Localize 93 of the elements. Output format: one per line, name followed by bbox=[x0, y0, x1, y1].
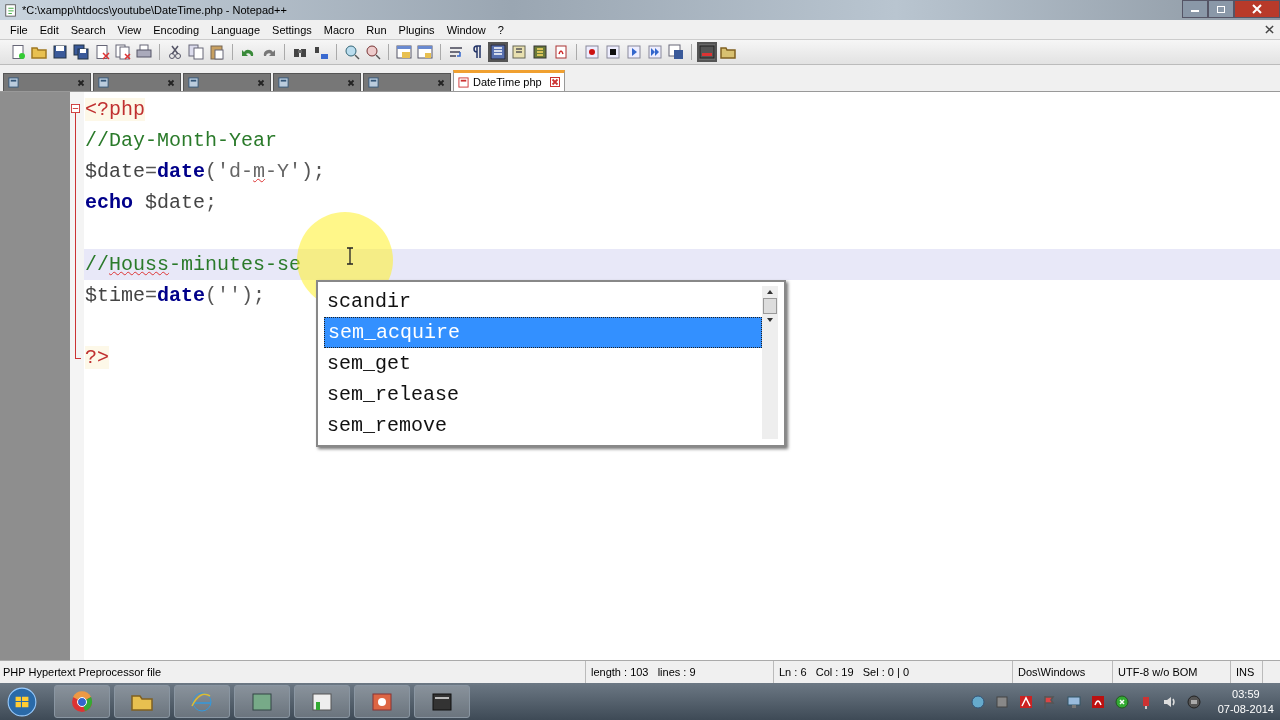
clock[interactable]: 03:59 07-08-2014 bbox=[1217, 686, 1274, 717]
file-tab[interactable] bbox=[3, 73, 91, 91]
document-icon[interactable] bbox=[1017, 693, 1034, 710]
suggestion-item[interactable]: scandir bbox=[324, 286, 762, 317]
file-tab[interactable] bbox=[363, 73, 451, 91]
zoom-in-icon[interactable] bbox=[344, 44, 360, 60]
window-lock-icon[interactable] bbox=[417, 44, 433, 60]
save-macro-icon[interactable] bbox=[668, 44, 684, 60]
record-icon[interactable] bbox=[584, 44, 600, 60]
menu-item[interactable]: Encoding bbox=[147, 23, 206, 36]
close-icon bbox=[1252, 4, 1262, 14]
file-tab[interactable] bbox=[93, 73, 181, 91]
document-icon bbox=[98, 77, 109, 88]
window-icon[interactable] bbox=[396, 44, 412, 60]
menu-item[interactable]: Language bbox=[205, 23, 267, 36]
folder-icon[interactable] bbox=[114, 685, 170, 718]
new-document-icon[interactable] bbox=[10, 44, 26, 60]
menu-item[interactable]: Run bbox=[360, 23, 393, 36]
scrollbar[interactable] bbox=[762, 286, 778, 439]
menu-item[interactable]: Edit bbox=[33, 23, 65, 36]
close-icon[interactable] bbox=[256, 77, 266, 88]
close-icon[interactable] bbox=[549, 77, 560, 87]
document-icon bbox=[368, 77, 379, 88]
file-tab[interactable] bbox=[183, 73, 271, 91]
menu-item[interactable]: File bbox=[4, 23, 34, 36]
document-icon bbox=[8, 77, 19, 88]
maximize-button[interactable] bbox=[1208, 0, 1234, 18]
menu-item[interactable]: Macro bbox=[317, 23, 361, 36]
application-icon[interactable] bbox=[234, 685, 290, 718]
play-icon[interactable] bbox=[626, 44, 642, 60]
status-field: PHP Hypertext Preprocessor file bbox=[0, 661, 585, 683]
save-icon[interactable] bbox=[52, 44, 68, 60]
minimize-button[interactable] bbox=[1182, 0, 1208, 18]
close-icon[interactable] bbox=[166, 77, 176, 88]
file-tab[interactable] bbox=[273, 73, 361, 91]
code-line: //Day-Month-Year bbox=[85, 129, 278, 152]
print-icon[interactable] bbox=[136, 44, 152, 60]
document-icon bbox=[278, 77, 289, 88]
notepad-icon bbox=[4, 3, 18, 17]
fold-marker-icon[interactable] bbox=[71, 104, 80, 113]
suggestion-item[interactable]: sem_get bbox=[324, 348, 762, 379]
close-icon[interactable] bbox=[346, 77, 356, 88]
suggestion-item[interactable]: sem_release bbox=[324, 379, 762, 410]
document-map-icon[interactable] bbox=[511, 44, 527, 60]
menu-item[interactable]: Search bbox=[64, 23, 112, 36]
menu-item[interactable]: View bbox=[111, 23, 148, 36]
code-line: $time=date(''); bbox=[85, 284, 266, 307]
network-icon[interactable] bbox=[969, 693, 986, 710]
cut-icon[interactable] bbox=[167, 44, 183, 60]
browser-icon[interactable] bbox=[54, 685, 110, 718]
text-cursor-icon bbox=[346, 247, 354, 265]
scrollbar-thumb[interactable] bbox=[763, 298, 777, 314]
document-icon bbox=[458, 76, 469, 88]
stop-icon[interactable] bbox=[605, 44, 621, 60]
chart-icon[interactable] bbox=[294, 685, 350, 718]
spellcheck-icon[interactable] bbox=[699, 44, 715, 60]
menu-item[interactable]: Plugins bbox=[392, 23, 441, 36]
close-document-icon[interactable] bbox=[94, 44, 110, 60]
close-icon[interactable] bbox=[1265, 25, 1274, 34]
terminal-icon[interactable] bbox=[414, 685, 470, 718]
suggestion-item[interactable]: sem_remove bbox=[324, 410, 762, 441]
menu-item[interactable]: Window bbox=[440, 23, 492, 36]
zoom-out-icon[interactable] bbox=[365, 44, 381, 60]
folder-icon[interactable] bbox=[31, 44, 47, 60]
code-line: $date=date('d-m-Y'); bbox=[85, 160, 326, 183]
presentation-icon[interactable] bbox=[354, 685, 410, 718]
window-title: *C:\xampp\htdocs\youtube\DateTime.php - Notepad++ bbox=[22, 4, 287, 16]
document-icon bbox=[188, 77, 199, 88]
sync-icon[interactable] bbox=[1113, 693, 1130, 710]
scroll-down-icon[interactable] bbox=[766, 317, 774, 323]
monitor-icon[interactable] bbox=[1065, 693, 1082, 710]
replace-icon[interactable] bbox=[313, 44, 329, 60]
close-icon[interactable] bbox=[76, 77, 86, 88]
folder-open-icon[interactable] bbox=[720, 44, 736, 60]
script-icon[interactable] bbox=[553, 44, 569, 60]
function-list-icon[interactable] bbox=[532, 44, 548, 60]
copy-icon[interactable] bbox=[188, 44, 204, 60]
file-tab[interactable]: DateTime php bbox=[453, 70, 565, 91]
paste-icon[interactable] bbox=[209, 44, 225, 60]
scroll-up-icon[interactable] bbox=[766, 289, 774, 295]
code-line: echo $date; bbox=[85, 191, 218, 214]
close-icon[interactable] bbox=[436, 77, 446, 88]
menu-item[interactable]: Settings bbox=[266, 23, 318, 36]
close-all-icon[interactable] bbox=[115, 44, 131, 60]
save-all-icon[interactable] bbox=[73, 44, 89, 60]
wrap-icon[interactable] bbox=[448, 44, 464, 60]
menu-item[interactable]: ? bbox=[491, 23, 510, 36]
document-icon[interactable] bbox=[1089, 693, 1106, 710]
fast-forward-icon[interactable] bbox=[647, 44, 663, 60]
indent-guide-icon[interactable] bbox=[490, 44, 506, 60]
close-button[interactable] bbox=[1234, 0, 1280, 18]
maximize-icon bbox=[1216, 4, 1226, 14]
start-button[interactable] bbox=[6, 685, 38, 718]
